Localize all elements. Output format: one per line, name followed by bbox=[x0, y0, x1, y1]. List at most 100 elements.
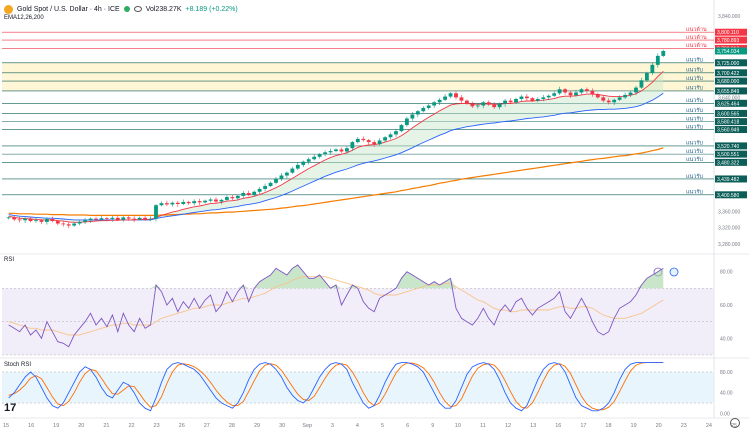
candle-body bbox=[268, 182, 273, 187]
candle-body bbox=[655, 55, 660, 65]
stoch-tick-label: 40.00 bbox=[720, 391, 733, 397]
time-tick-label: 11 bbox=[480, 423, 486, 429]
price-tick-label: 3,640.000 bbox=[718, 95, 740, 101]
level-tag: แนวต้าน bbox=[686, 42, 707, 49]
candle-body bbox=[165, 203, 169, 205]
time-tick-label: 20 bbox=[656, 423, 662, 429]
candle-body bbox=[492, 104, 497, 108]
candle-body bbox=[432, 102, 437, 106]
rsi-tick-label: 80.00 bbox=[720, 270, 733, 276]
level-price-label: 3,800.110 bbox=[717, 30, 739, 36]
level-tag: แนวต้าน bbox=[686, 26, 707, 33]
level-price-label: 3,600.565 bbox=[717, 111, 739, 117]
candle-body bbox=[285, 172, 289, 176]
candle-body bbox=[350, 142, 355, 149]
candle-body bbox=[519, 96, 524, 100]
candle-body bbox=[17, 219, 22, 221]
stoch-band bbox=[2, 371, 714, 404]
gear-icon[interactable] bbox=[730, 418, 740, 428]
candle-body bbox=[170, 202, 175, 205]
candle-body bbox=[405, 118, 409, 126]
time-tick-label: 24 bbox=[706, 423, 712, 429]
level-price-label: 3,500.551 bbox=[717, 152, 739, 158]
candle-body bbox=[639, 80, 644, 88]
candle-body bbox=[154, 205, 158, 219]
rsi-indicator-label[interactable]: RSI bbox=[4, 257, 14, 263]
time-tick-label: 6 bbox=[406, 423, 409, 429]
price-tick-label: 3,280.000 bbox=[718, 242, 740, 248]
candle-body bbox=[634, 87, 638, 93]
candle-body bbox=[394, 131, 398, 135]
level-tag: แนวรับ bbox=[686, 97, 703, 104]
time-tick-label: 26 bbox=[179, 423, 185, 429]
candle-body bbox=[208, 199, 213, 201]
candle-body bbox=[339, 149, 344, 152]
candle-body bbox=[175, 202, 180, 204]
candle-body bbox=[235, 195, 240, 199]
candle-body bbox=[66, 224, 71, 226]
time-tick-label: 15 bbox=[3, 423, 9, 429]
time-tick-label: 10 bbox=[455, 423, 461, 429]
candle-body bbox=[181, 201, 186, 204]
tradingview-logo-icon: 17 bbox=[4, 402, 17, 414]
candle-body bbox=[94, 218, 98, 220]
candle-body bbox=[525, 96, 529, 99]
candle-body bbox=[323, 152, 327, 155]
candle-body bbox=[345, 148, 349, 152]
candle-body bbox=[83, 220, 87, 222]
candle-body bbox=[579, 89, 584, 93]
candle-body bbox=[437, 99, 442, 103]
price-tick-label: 3,360.000 bbox=[718, 209, 740, 215]
time-tick-label: 3 bbox=[331, 423, 334, 429]
candle-body bbox=[203, 200, 207, 203]
level-tag: แนวรับ bbox=[686, 173, 703, 180]
candle-body bbox=[590, 90, 595, 95]
candle-body bbox=[563, 89, 567, 93]
candle-body bbox=[23, 218, 27, 221]
level-tag: แนวรับ bbox=[686, 189, 703, 196]
candle-body bbox=[361, 138, 366, 141]
candle-body bbox=[132, 218, 137, 220]
candle-body bbox=[372, 142, 377, 145]
candle-body bbox=[535, 99, 540, 101]
candle-body bbox=[186, 201, 191, 204]
change-value: +8.189 (+0.22%) bbox=[185, 5, 238, 13]
candle-body bbox=[415, 111, 420, 115]
eye-icon[interactable] bbox=[133, 6, 142, 12]
candle-body bbox=[115, 217, 120, 220]
level-tag: แนวรับ bbox=[686, 67, 703, 74]
candle-body bbox=[50, 219, 55, 222]
level-price-label: 3,560.949 bbox=[717, 128, 739, 134]
time-tick-label: 21 bbox=[103, 423, 109, 429]
level-price-label: 3,520.740 bbox=[717, 144, 739, 150]
candle-body bbox=[148, 218, 153, 220]
candle-body bbox=[426, 105, 431, 108]
candle-body bbox=[317, 154, 322, 157]
candle-body bbox=[568, 92, 573, 96]
candle-body bbox=[661, 50, 666, 56]
chart-root: แนวต้าน 3,800.110 แนวต้าน 3,780.893 แนวต้าน 3… bbox=[0, 0, 749, 431]
candle-body bbox=[546, 95, 551, 98]
stoch-indicator-label[interactable]: Stoch RSI bbox=[4, 362, 31, 368]
candle-body bbox=[465, 100, 469, 104]
candle-body bbox=[454, 93, 458, 98]
time-tick-label: 5 bbox=[381, 423, 384, 429]
candle-body bbox=[290, 168, 295, 173]
candle-body bbox=[366, 140, 371, 143]
time-tick-label: 30 bbox=[279, 423, 285, 429]
candle-body bbox=[514, 99, 518, 103]
candle-body bbox=[574, 92, 578, 96]
candle-body bbox=[557, 89, 562, 94]
candle-body bbox=[252, 191, 257, 196]
level-tag: แนวรับ bbox=[686, 123, 703, 130]
level-price-label: 3,480.322 bbox=[717, 160, 739, 166]
candle-body bbox=[383, 137, 387, 141]
level-tag: แนวรับ bbox=[686, 115, 703, 122]
price-tick-label: 3,320.000 bbox=[718, 226, 740, 232]
candle-body bbox=[72, 223, 77, 226]
chart-canvas: แนวต้าน 3,800.110 แนวต้าน 3,780.893 แนวต้าน 3… bbox=[0, 0, 749, 431]
candle-body bbox=[159, 203, 164, 206]
ema-indicator-label[interactable]: EMA12,26,200 bbox=[4, 15, 44, 21]
level-price-label: 3,700.422 bbox=[717, 71, 739, 77]
candle-body bbox=[334, 149, 338, 152]
